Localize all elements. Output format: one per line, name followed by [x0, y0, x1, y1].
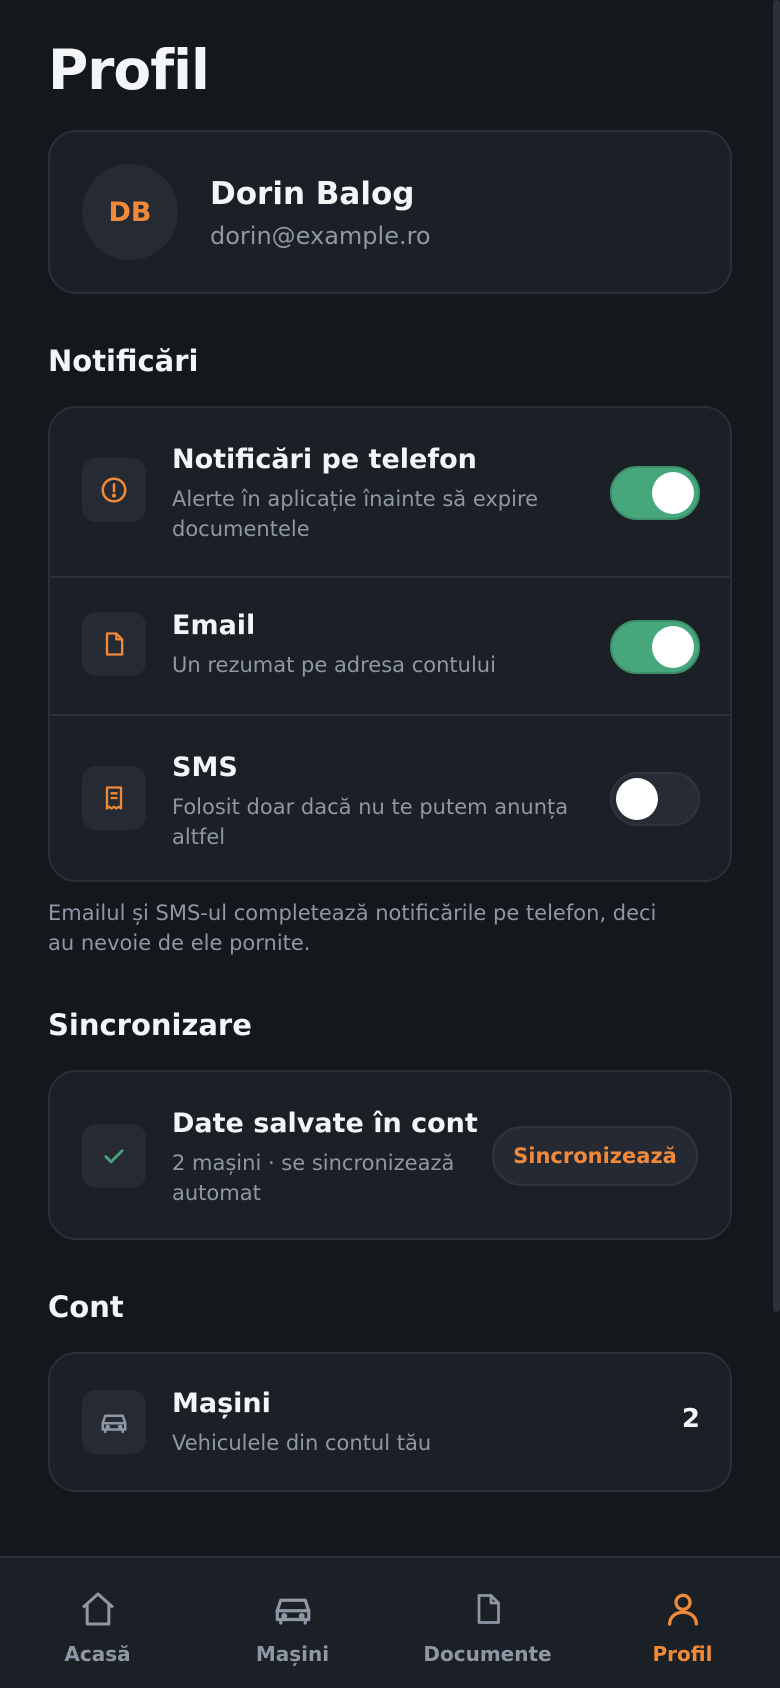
tab-label: Profil	[652, 1642, 713, 1666]
document-icon	[470, 1586, 506, 1632]
notification-row-sms: SMS Folosit doar dacă nu te putem anunța…	[50, 714, 730, 880]
tab-home[interactable]: Acasă	[0, 1558, 195, 1688]
notifications-card: Notificări pe telefon Alerte în aplicați…	[48, 406, 732, 882]
car-icon	[272, 1586, 314, 1632]
notification-subtitle: Folosit doar dacă nu te putem anunța alt…	[172, 795, 569, 849]
tab-profile[interactable]: Profil	[585, 1558, 780, 1688]
toggle-knob	[616, 778, 658, 820]
car-icon	[82, 1390, 146, 1454]
tab-documents[interactable]: Documente	[390, 1558, 585, 1688]
profile-email: dorin@example.ro	[210, 222, 431, 250]
profile-name: Dorin Balog	[210, 176, 415, 212]
section-heading-account: Cont	[48, 1290, 124, 1324]
notification-subtitle: Alerte în aplicație înainte să expire do…	[172, 487, 539, 541]
page-title: Profil	[48, 38, 210, 102]
tab-cars[interactable]: Mașini	[195, 1558, 390, 1688]
account-item-subtitle: Vehiculele din contul tău	[172, 1431, 432, 1455]
profile-card[interactable]: DB Dorin Balog dorin@example.ro	[48, 130, 732, 294]
section-heading-notifications: Notificări	[48, 344, 199, 378]
user-icon	[663, 1586, 703, 1632]
avatar: DB	[82, 164, 178, 260]
cars-count: 2	[681, 1404, 700, 1434]
scrollbar[interactable]	[773, 0, 780, 1312]
tab-label: Acasă	[64, 1642, 131, 1666]
toggle-knob	[652, 472, 694, 514]
bottom-tab-bar: Acasă Mașini Documente Profil	[0, 1556, 780, 1688]
account-card-cars[interactable]: Mașini Vehiculele din contul tău 2	[48, 1352, 732, 1492]
sync-title: Date salvate în cont	[172, 1108, 478, 1139]
alert-circle-icon	[82, 458, 146, 522]
sync-button[interactable]: Sincronizează	[492, 1126, 698, 1186]
profile-screen: Profil DB Dorin Balog dorin@example.ro N…	[0, 0, 780, 1688]
sync-card: Date salvate în cont 2 mașini · se sincr…	[48, 1070, 732, 1240]
notification-title: Email	[172, 610, 256, 641]
document-icon	[82, 612, 146, 676]
section-heading-sync: Sincronizare	[48, 1008, 252, 1042]
receipt-icon	[82, 766, 146, 830]
account-item-title: Mașini	[172, 1388, 271, 1419]
notification-title: SMS	[172, 752, 238, 783]
tab-label: Documente	[423, 1642, 552, 1666]
sync-subtitle: 2 mașini · se sincronizează automat	[172, 1151, 455, 1205]
notification-title: Notificări pe telefon	[172, 444, 477, 475]
phone-notifications-toggle[interactable]	[610, 466, 700, 520]
tab-label: Mașini	[255, 1642, 330, 1666]
toggle-knob	[652, 626, 694, 668]
notification-row-email: Email Un rezumat pe adresa contului	[50, 576, 730, 714]
notification-subtitle: Un rezumat pe adresa contului	[172, 653, 496, 677]
notifications-note: Emailul și SMS-ul completează notificări…	[48, 901, 657, 955]
notification-row-phone: Notificări pe telefon Alerte în aplicați…	[50, 408, 730, 576]
email-notifications-toggle[interactable]	[610, 620, 700, 674]
check-icon	[82, 1124, 146, 1188]
sms-notifications-toggle[interactable]	[610, 772, 700, 826]
home-icon	[78, 1586, 118, 1632]
